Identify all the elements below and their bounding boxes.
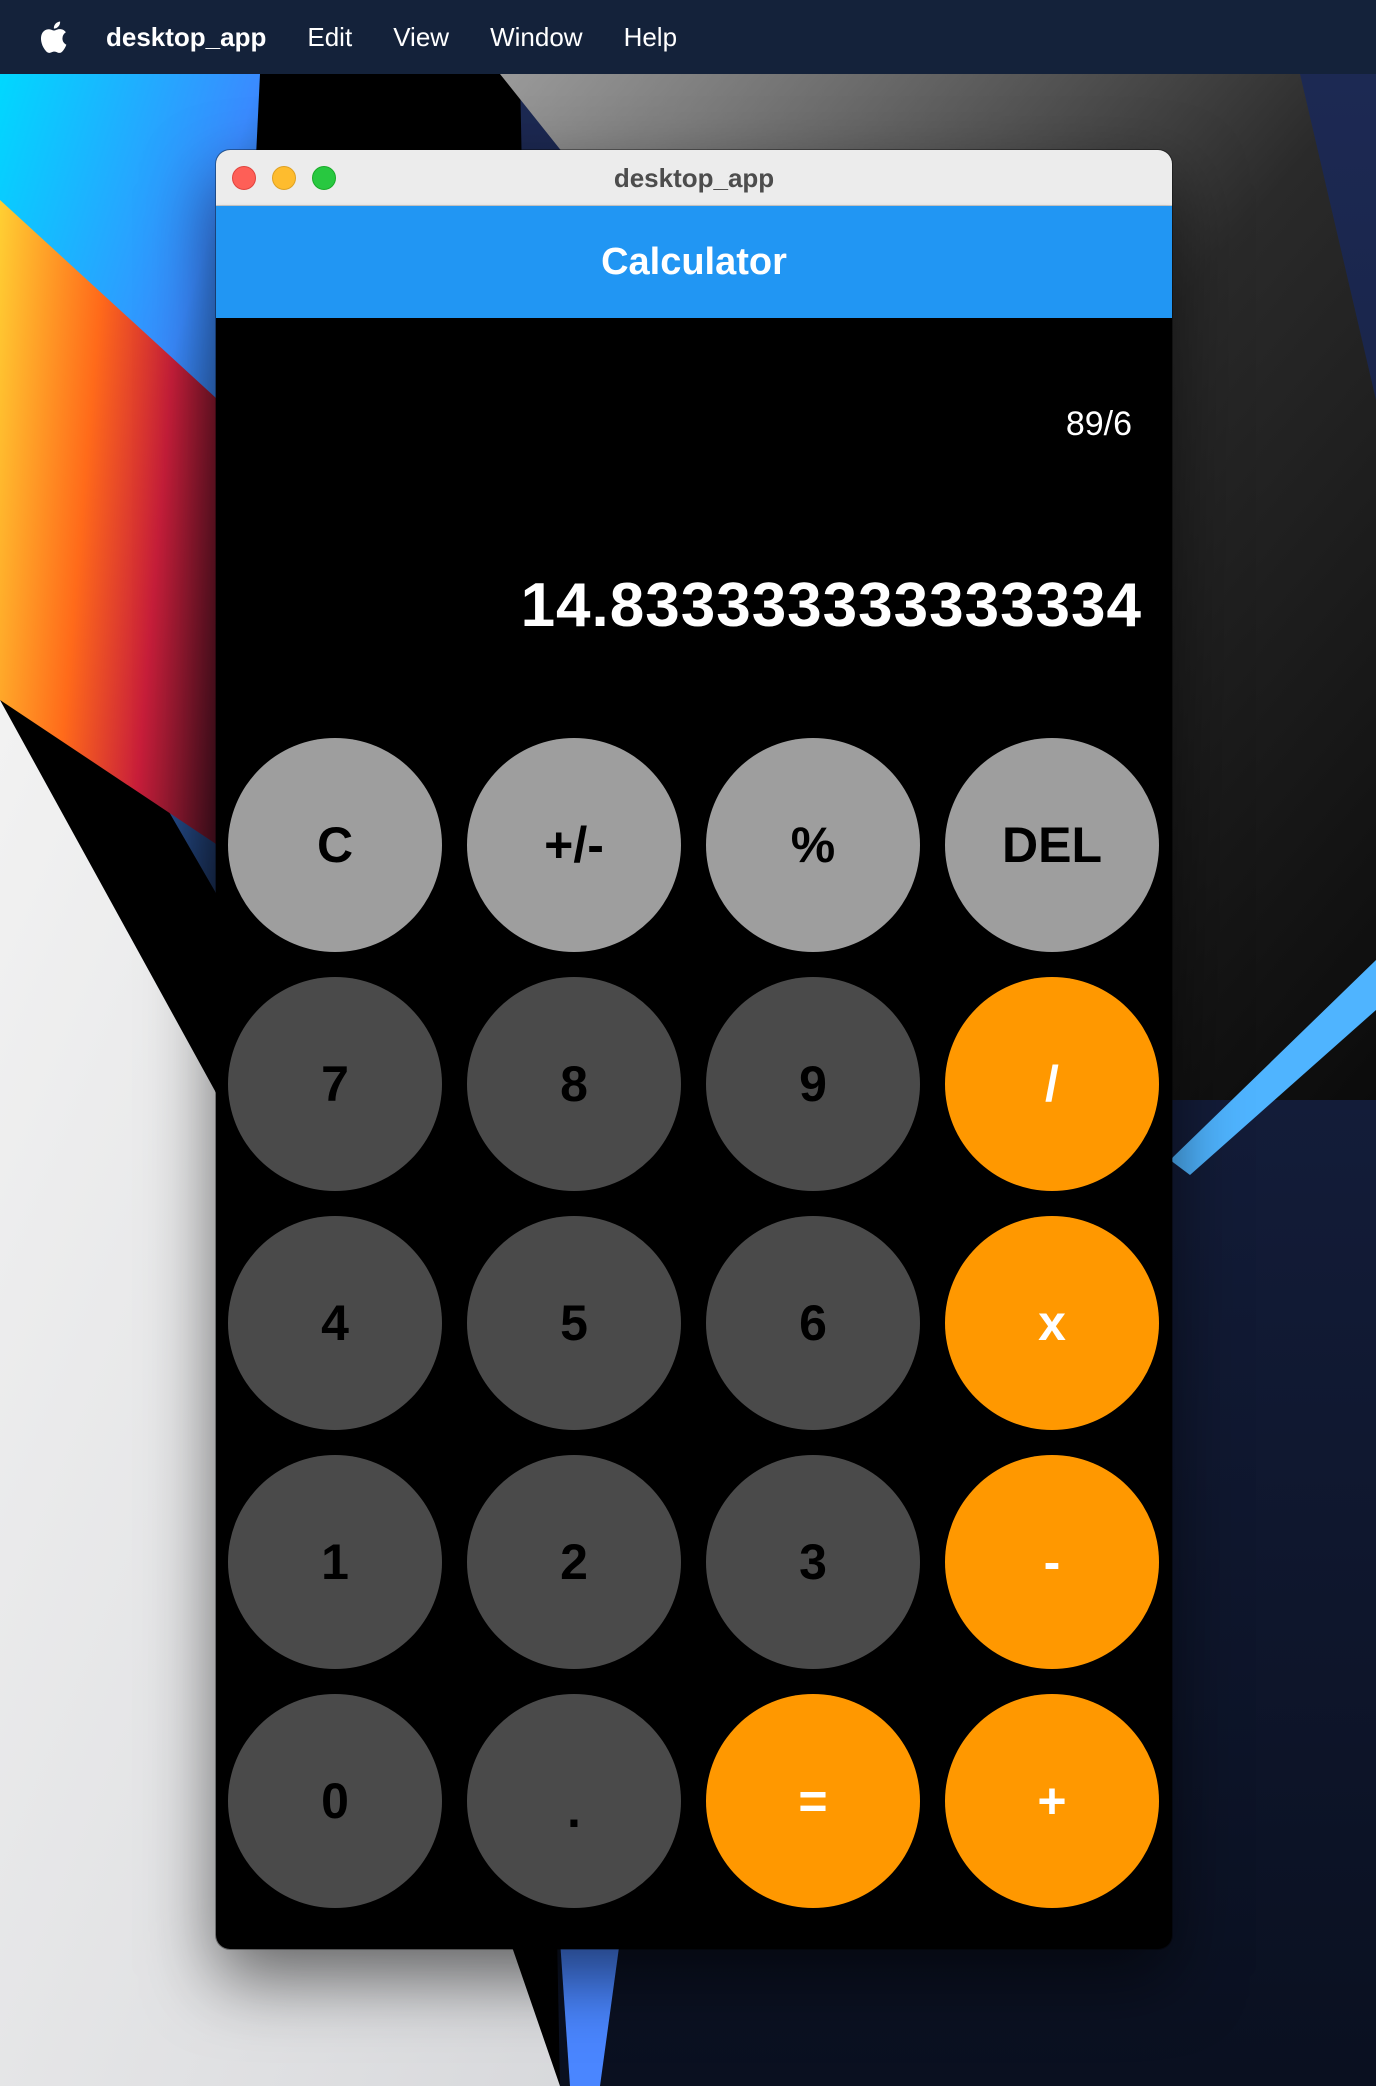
subtract-button[interactable]: - (945, 1455, 1159, 1669)
app-window: desktop_app Calculator 89/6 14.833333333… (216, 150, 1172, 1949)
menu-app-name[interactable]: desktop_app (106, 22, 266, 53)
digit-7-button[interactable]: 7 (228, 977, 442, 1191)
digit-6-button[interactable]: 6 (706, 1216, 920, 1430)
delete-button[interactable]: DEL (945, 738, 1159, 952)
decimal-button[interactable]: . (467, 1694, 681, 1908)
equals-button[interactable]: = (706, 1694, 920, 1908)
percent-button[interactable]: % (706, 738, 920, 952)
result-display: 14.833333333333334 (520, 571, 1142, 640)
add-button[interactable]: + (945, 1694, 1159, 1908)
keypad: C +/- % DEL 7 8 9 / 4 5 6 x 1 2 3 - 0 . … (228, 738, 1160, 1908)
window-title: desktop_app (613, 163, 775, 193)
digit-1-button[interactable]: 1 (228, 1455, 442, 1669)
menu-window[interactable]: Window (490, 22, 582, 53)
digit-5-button[interactable]: 5 (467, 1216, 681, 1430)
digit-4-button[interactable]: 4 (228, 1216, 442, 1430)
menu-bar: desktop_app Edit View Window Help (0, 0, 1376, 74)
digit-2-button[interactable]: 2 (467, 1455, 681, 1669)
menu-help[interactable]: Help (624, 22, 677, 53)
digit-8-button[interactable]: 8 (467, 977, 681, 1191)
apple-logo-icon[interactable] (36, 19, 70, 55)
app-bar-title: Calculator (601, 240, 787, 283)
app-bar: Calculator (216, 206, 1172, 318)
toggle-sign-button[interactable]: +/- (467, 738, 681, 952)
menu-view[interactable]: View (393, 22, 449, 53)
clear-button[interactable]: C (228, 738, 442, 952)
divide-button[interactable]: / (945, 977, 1159, 1191)
apple-logo-glyph (40, 21, 67, 53)
multiply-button[interactable]: x (945, 1216, 1159, 1430)
digit-9-button[interactable]: 9 (706, 977, 920, 1191)
window-titlebar[interactable]: desktop_app (216, 150, 1172, 206)
expression-display: 89/6 (1065, 405, 1132, 443)
menu-edit[interactable]: Edit (307, 22, 352, 53)
digit-3-button[interactable]: 3 (706, 1455, 920, 1669)
digit-0-button[interactable]: 0 (228, 1694, 442, 1908)
